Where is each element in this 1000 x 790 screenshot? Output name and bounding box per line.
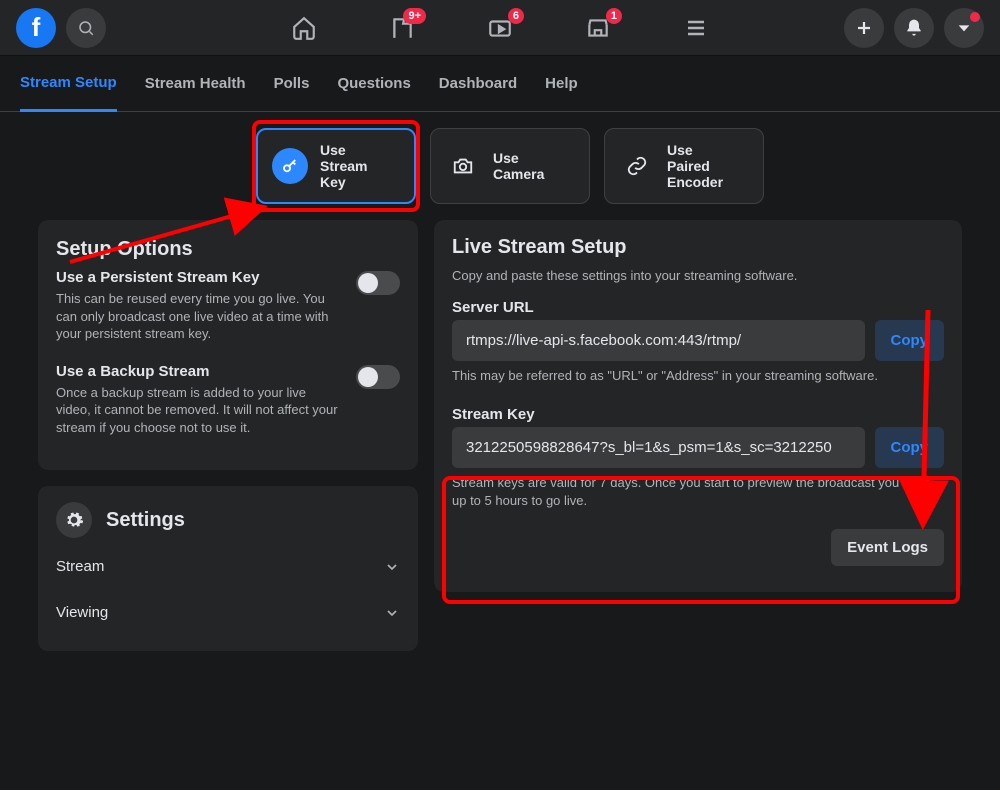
tab-stream-setup[interactable]: Stream Setup (20, 56, 117, 112)
topbar: f 9+ 6 1 (0, 0, 1000, 56)
settings-card: Settings Stream Viewing (38, 486, 418, 651)
right-column: Live Stream Setup Copy and paste these s… (434, 220, 962, 651)
stream-key-field[interactable]: 3212250598828647?s_bl=1&s_psm=1&s_sc=321… (452, 427, 865, 468)
create-button[interactable] (844, 8, 884, 48)
method-label-line: Camera (493, 166, 544, 182)
account-button[interactable] (944, 8, 984, 48)
settings-heading: Settings (106, 509, 185, 532)
right-nav (844, 8, 984, 48)
caret-down-icon (956, 20, 972, 36)
stream-key-label: Stream Key (452, 406, 944, 423)
copy-server-url-button[interactable]: Copy (875, 320, 945, 361)
panels: Setup Options Use a Persistent Stream Ke… (0, 220, 1000, 651)
persistent-key-toggle[interactable] (356, 271, 400, 295)
server-url-field[interactable]: rtmps://live-api-s.facebook.com:443/rtmp… (452, 320, 865, 361)
backup-stream-option: Use a Backup Stream Once a backup stream… (56, 363, 400, 451)
marketplace-icon[interactable]: 1 (584, 14, 612, 42)
backup-stream-toggle[interactable] (356, 365, 400, 389)
method-label-line: Key (320, 174, 367, 190)
gear-icon (56, 502, 92, 538)
method-stream-key[interactable]: Use Stream Key (256, 128, 416, 204)
copy-stream-key-button[interactable]: Copy (875, 427, 945, 468)
server-url-hint: This may be referred to as "URL" or "Add… (452, 367, 944, 385)
method-label-line: Paired (667, 158, 723, 174)
account-badge-dot (970, 12, 980, 22)
stream-key-block: Stream Key 3212250598828647?s_bl=1&s_psm… (452, 406, 944, 509)
method-camera[interactable]: Use Camera (430, 128, 590, 204)
watch-icon[interactable]: 6 (486, 14, 514, 42)
tab-dashboard[interactable]: Dashboard (439, 57, 517, 110)
watch-badge: 6 (508, 8, 524, 24)
persistent-key-option: Use a Persistent Stream Key This can be … (56, 269, 400, 357)
tab-questions[interactable]: Questions (337, 57, 410, 110)
method-label-line: Use (320, 142, 367, 158)
hamburger-icon[interactable] (682, 14, 710, 42)
event-logs-button[interactable]: Event Logs (831, 529, 944, 566)
setup-options-heading: Setup Options (56, 238, 400, 261)
pages-badge: 9+ (403, 8, 426, 24)
tab-help[interactable]: Help (545, 57, 578, 110)
server-url-block: Server URL rtmps://live-api-s.facebook.c… (452, 299, 944, 385)
settings-row-label: Stream (56, 558, 104, 575)
persistent-key-title: Use a Persistent Stream Key (56, 269, 342, 286)
subnav: Stream Setup Stream Health Polls Questio… (0, 56, 1000, 112)
tab-polls[interactable]: Polls (274, 57, 310, 110)
settings-row-label: Viewing (56, 604, 108, 621)
bell-icon (904, 18, 924, 38)
backup-stream-desc: Once a backup stream is added to your li… (56, 384, 342, 437)
notifications-button[interactable] (894, 8, 934, 48)
live-stream-setup-card: Live Stream Setup Copy and paste these s… (434, 220, 962, 592)
camera-icon (445, 148, 481, 184)
market-badge: 1 (606, 8, 622, 24)
settings-row-stream[interactable]: Stream (56, 544, 400, 589)
link-icon (619, 148, 655, 184)
method-label-line: Use (493, 150, 544, 166)
key-icon (272, 148, 308, 184)
chevron-down-icon (384, 559, 400, 575)
method-label-line: Stream (320, 158, 367, 174)
live-stream-subheading: Copy and paste these settings into your … (452, 267, 944, 285)
chevron-down-icon (384, 605, 400, 621)
home-icon[interactable] (290, 14, 318, 42)
left-column: Setup Options Use a Persistent Stream Ke… (38, 220, 418, 651)
method-label-line: Encoder (667, 174, 723, 190)
settings-row-viewing[interactable]: Viewing (56, 589, 400, 635)
plus-icon (855, 19, 873, 37)
stream-method-picker: Use Stream Key Use Camera Use Paired Enc… (0, 112, 1000, 220)
server-url-label: Server URL (452, 299, 944, 316)
persistent-key-desc: This can be reused every time you go liv… (56, 290, 342, 343)
pages-icon[interactable]: 9+ (388, 14, 416, 42)
setup-options-card: Setup Options Use a Persistent Stream Ke… (38, 220, 418, 470)
method-paired-encoder[interactable]: Use Paired Encoder (604, 128, 764, 204)
tab-stream-health[interactable]: Stream Health (145, 57, 246, 110)
backup-stream-title: Use a Backup Stream (56, 363, 342, 380)
stream-key-hint: Stream keys are valid for 7 days. Once y… (452, 474, 944, 509)
live-stream-heading: Live Stream Setup (452, 236, 944, 259)
method-label-line: Use (667, 142, 723, 158)
